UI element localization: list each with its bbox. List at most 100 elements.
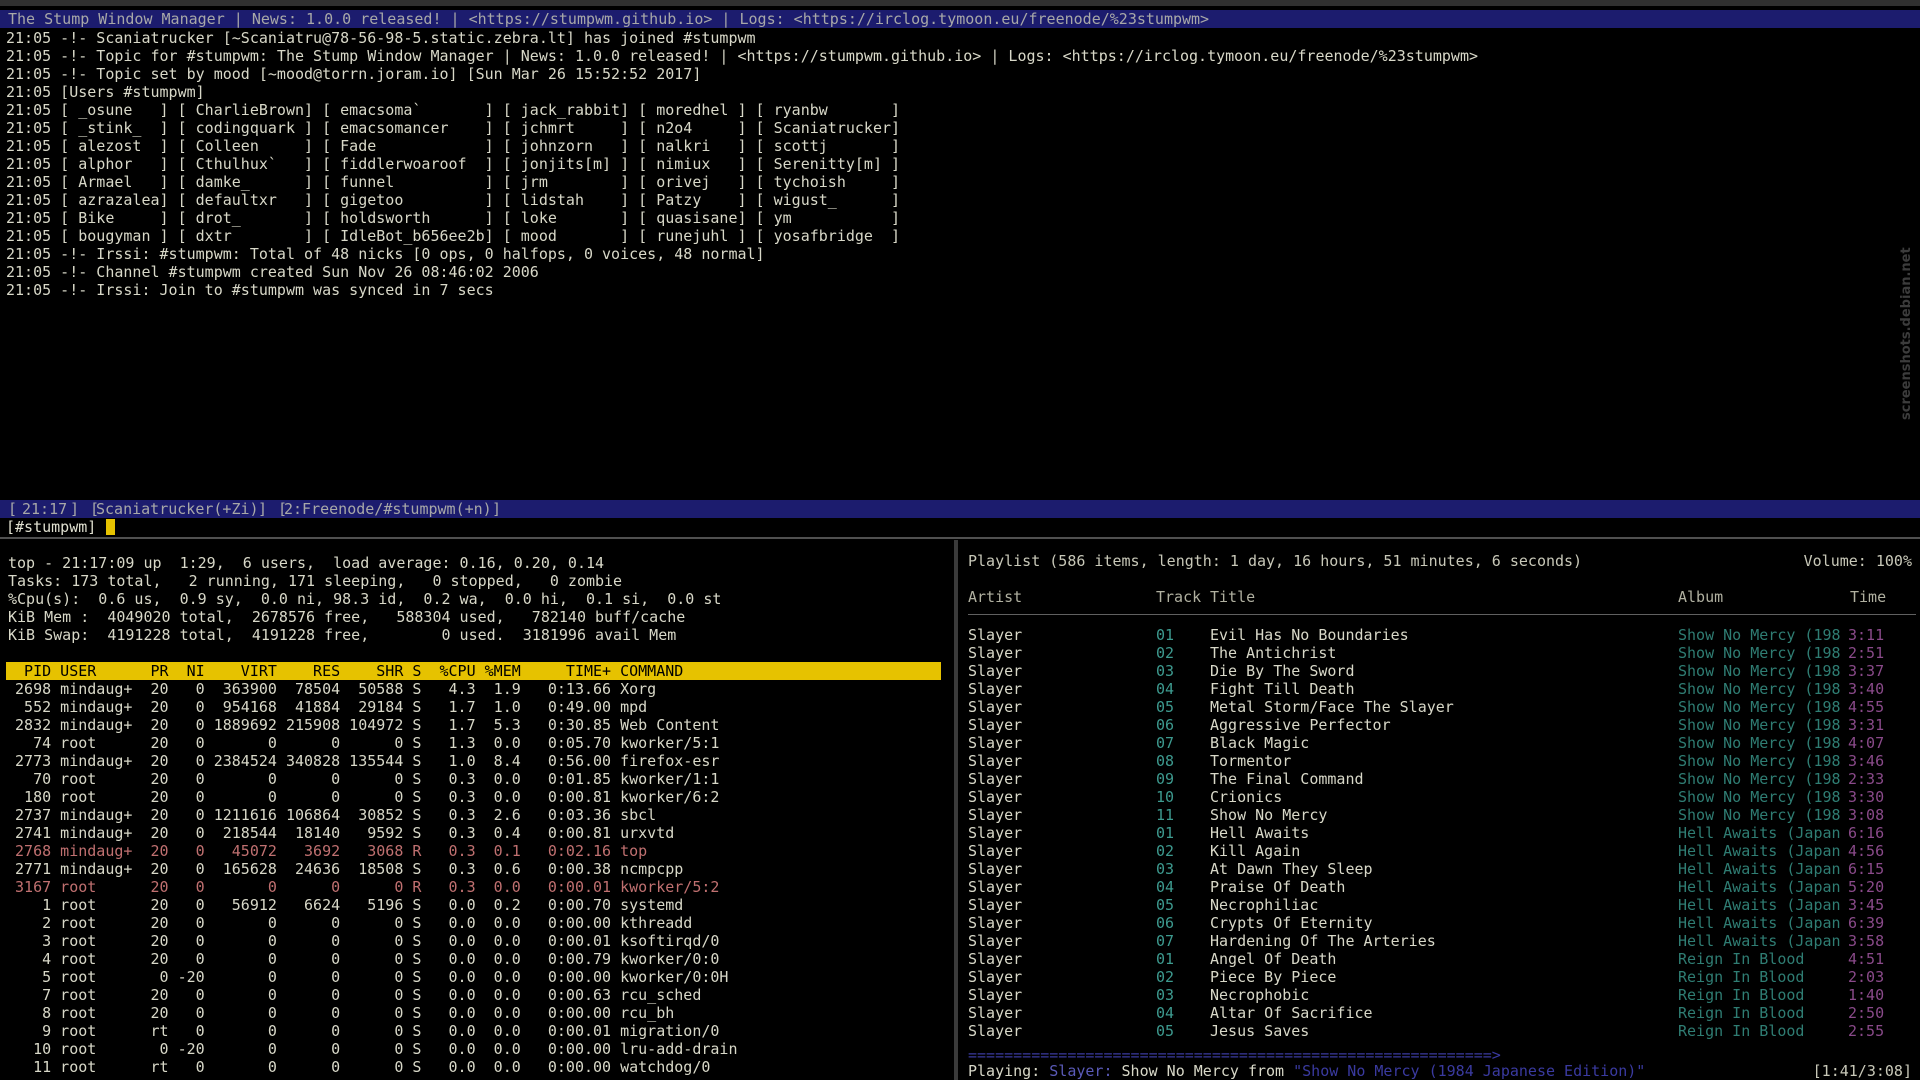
- playlist-album: Reign In Blood: [1678, 1022, 1805, 1040]
- now-playing-from: from: [1247, 1062, 1285, 1080]
- now-playing-label: Playing:: [968, 1062, 1041, 1080]
- playlist-title: Metal Storm/Face The Slayer: [1210, 698, 1454, 716]
- playlist-row[interactable]: Slayer 06 Crypts Of Eternity Hell Awaits (J…: [962, 914, 1920, 932]
- playlist-row[interactable]: Slayer 05 Metal Storm/Face The Slayer Show …: [962, 698, 1920, 716]
- playlist-row[interactable]: Slayer 02 Piece By Piece Reign In Blood 2:03: [962, 968, 1920, 986]
- playlist-row[interactable]: Slayer 02 The Antichrist Show No Mercy (198…: [962, 644, 1920, 662]
- vertical-split-divider[interactable]: [954, 540, 958, 1080]
- process-row[interactable]: 5 root 0 -20 0 0 0 S 0.0 0.0 0:00.00 kwo…: [6, 968, 952, 986]
- playlist-time: 3:45: [1848, 896, 1885, 914]
- process-row[interactable]: 9 root rt 0 0 0 0 S 0.0 0.0 0:00.01 migr…: [6, 1022, 952, 1040]
- playlist-album: Show No Mercy (198: [1678, 662, 1841, 680]
- playlist-row[interactable]: Slayer 03 Necrophobic Reign In Blood 1:40: [962, 986, 1920, 1004]
- playlist-time: 2:33: [1848, 770, 1885, 788]
- playlist-row[interactable]: Slayer 04 Praise Of Death Hell Awaits (Japa…: [962, 878, 1920, 896]
- playlist-time: 3:46: [1848, 752, 1885, 770]
- process-row[interactable]: 10 root 0 -20 0 0 0 S 0.0 0.0 0:00.00 lr…: [6, 1040, 952, 1058]
- top-process-monitor-pane[interactable]: top - 21:17:09 up 1:29, 6 users, load av…: [0, 552, 952, 1080]
- playlist-row[interactable]: Slayer 03 At Dawn They Sleep Hell Awaits (J…: [962, 860, 1920, 878]
- playlist[interactable]: Slayer 01 Evil Has No Boundaries Show No Me…: [962, 626, 1920, 1040]
- process-row[interactable]: 3167 root 20 0 0 0 0 R 0.3 0.0 0:00.01 k…: [6, 878, 952, 896]
- process-row[interactable]: 552 mindaug+ 20 0 954168 41884 29184 S 1…: [6, 698, 952, 716]
- playlist-row[interactable]: Slayer 06 Aggressive Perfector Show No Merc…: [962, 716, 1920, 734]
- playlist-album: Reign In Blood: [1678, 1004, 1805, 1022]
- playlist-title: Crionics: [1210, 788, 1283, 806]
- playlist-title: Necrophiliac: [1210, 896, 1319, 914]
- process-row[interactable]: 2737 mindaug+ 20 0 1211616 106864 30852 …: [6, 806, 952, 824]
- playlist-album: Show No Mercy (198: [1678, 752, 1841, 770]
- playlist-row[interactable]: Slayer 04 Fight Till Death Show No Mercy (1…: [962, 680, 1920, 698]
- process-row[interactable]: 2698 mindaug+ 20 0 363900 78504 50588 S …: [6, 680, 952, 698]
- horizontal-split-divider[interactable]: [0, 537, 1920, 539]
- process-row[interactable]: 3 root 20 0 0 0 0 S 0.0 0.0 0:00.01 ksof…: [6, 932, 952, 950]
- playlist-track: 01: [1156, 626, 1175, 644]
- column-title[interactable]: Title: [1210, 588, 1255, 606]
- playlist-row[interactable]: Slayer 01 Hell Awaits Hell Awaits (Japan 6:1…: [962, 824, 1920, 842]
- playlist-time: 2:51: [1848, 644, 1885, 662]
- process-table[interactable]: 2698 mindaug+ 20 0 363900 78504 50588 S …: [6, 680, 952, 1076]
- playlist-track: 04: [1156, 680, 1175, 698]
- now-playing-position: [1:41/3:08]: [1812, 1062, 1912, 1080]
- playlist-album: Show No Mercy (198: [1678, 698, 1841, 716]
- process-row[interactable]: 2768 mindaug+ 20 0 45072 3692 3068 R 0.3…: [6, 842, 952, 860]
- playlist-album: Show No Mercy (198: [1678, 806, 1841, 824]
- playlist-title: Tormentor: [1210, 752, 1292, 770]
- column-track[interactable]: Track: [1156, 588, 1201, 606]
- playlist-row[interactable]: Slayer 09 The Final Command Show No Mercy (…: [962, 770, 1920, 788]
- playlist-time: 2:50: [1848, 1004, 1885, 1022]
- playlist-track: 07: [1156, 734, 1175, 752]
- playlist-row[interactable]: Slayer 05 Jesus Saves Reign In Blood 2:55: [962, 1022, 1920, 1040]
- process-row[interactable]: 70 root 20 0 0 0 0 S 0.3 0.0 0:01.85 kwo…: [6, 770, 952, 788]
- playlist-row[interactable]: Slayer 11 Show No Mercy Show No Mercy (198 3…: [962, 806, 1920, 824]
- process-row[interactable]: 180 root 20 0 0 0 0 S 0.3 0.0 0:00.81 kw…: [6, 788, 952, 806]
- now-playing-title: Show No Mercy: [1121, 1062, 1239, 1080]
- process-row[interactable]: 74 root 20 0 0 0 0 S 1.3 0.0 0:05.70 kwo…: [6, 734, 952, 752]
- playlist-row[interactable]: Slayer 07 Hardening Of The Arteries Hell Aw…: [962, 932, 1920, 950]
- playlist-track: 06: [1156, 914, 1175, 932]
- playlist-track: 07: [1156, 932, 1175, 950]
- process-row[interactable]: 2832 mindaug+ 20 0 1889692 215908 104972…: [6, 716, 952, 734]
- playlist-track: 06: [1156, 716, 1175, 734]
- playlist-track: 10: [1156, 788, 1175, 806]
- playlist-time: 4:55: [1848, 698, 1885, 716]
- playlist-time: 4:56: [1848, 842, 1885, 860]
- playlist-album: Show No Mercy (198: [1678, 626, 1841, 644]
- irssi-pane[interactable]: The Stump Window Manager | News: 1.0.0 r…: [0, 10, 1920, 537]
- playlist-row[interactable]: Slayer 10 Crionics Show No Mercy (198 3:30: [962, 788, 1920, 806]
- playlist-row[interactable]: Slayer 04 Altar Of Sacrifice Reign In Blood…: [962, 1004, 1920, 1022]
- top-summary-line: KiB Swap: 4191228 total, 4191228 free, 0…: [8, 626, 677, 644]
- playlist-album: Reign In Blood: [1678, 968, 1805, 986]
- column-album[interactable]: Album: [1678, 588, 1723, 606]
- playlist-row[interactable]: Slayer 02 Kill Again Hell Awaits (Japan 4:56: [962, 842, 1920, 860]
- process-row[interactable]: 2771 mindaug+ 20 0 165628 24636 18508 S …: [6, 860, 952, 878]
- playlist-track: 02: [1156, 968, 1175, 986]
- playlist-artist: Slayer: [968, 770, 1023, 788]
- playlist-row[interactable]: Slayer 05 Necrophiliac Hell Awaits (Japan 3:…: [962, 896, 1920, 914]
- irc-line: 21:05 [ Armael ] [ damke_ ] [ funnel ] […: [6, 173, 901, 191]
- process-row[interactable]: 2 root 20 0 0 0 0 S 0.0 0.0 0:00.00 kthr…: [6, 914, 952, 932]
- column-artist[interactable]: Artist: [968, 588, 1022, 606]
- playlist-row[interactable]: Slayer 08 Tormentor Show No Mercy (198 3:46: [962, 752, 1920, 770]
- playlist-time: 3:30: [1848, 788, 1885, 806]
- playlist-album: Show No Mercy (198: [1678, 734, 1841, 752]
- playlist-row[interactable]: Slayer 01 Angel Of Death Reign In Blood 4:51: [962, 950, 1920, 968]
- playlist-track: 08: [1156, 752, 1175, 770]
- playlist-artist: Slayer: [968, 860, 1023, 878]
- playlist-row[interactable]: Slayer 07 Black Magic Show No Mercy (198 4:0…: [962, 734, 1920, 752]
- playlist-title: Crypts Of Eternity: [1210, 914, 1373, 932]
- irc-input-line[interactable]: [#stumpwm]: [6, 518, 116, 536]
- process-row[interactable]: 1 root 20 0 56912 6624 5196 S 0.0 0.2 0:…: [6, 896, 952, 914]
- process-row[interactable]: 8 root 20 0 0 0 0 S 0.0 0.0 0:00.00 rcu_…: [6, 1004, 952, 1022]
- process-row[interactable]: 7 root 20 0 0 0 0 S 0.0 0.0 0:00.63 rcu_…: [6, 986, 952, 1004]
- playlist-column-headers: Artist Track Title Album Time: [962, 588, 1920, 606]
- playlist-row[interactable]: Slayer 03 Die By The Sword Show No Mercy (1…: [962, 662, 1920, 680]
- process-row[interactable]: 2741 mindaug+ 20 0 218544 18140 9592 S 0…: [6, 824, 952, 842]
- volume-indicator[interactable]: Volume: 100%: [1804, 552, 1912, 570]
- playlist-row[interactable]: Slayer 01 Evil Has No Boundaries Show No Me…: [962, 626, 1920, 644]
- column-time[interactable]: Time: [1850, 588, 1886, 606]
- playlist-time: 1:40: [1848, 986, 1885, 1004]
- ncmpcpp-pane[interactable]: Playlist (586 items, length: 1 day, 16 h…: [962, 552, 1920, 1080]
- process-row[interactable]: 11 root rt 0 0 0 0 S 0.0 0.0 0:00.00 wat…: [6, 1058, 952, 1076]
- process-row[interactable]: 2773 mindaug+ 20 0 2384524 340828 135544…: [6, 752, 952, 770]
- process-row[interactable]: 4 root 20 0 0 0 0 S 0.0 0.0 0:00.79 kwor…: [6, 950, 952, 968]
